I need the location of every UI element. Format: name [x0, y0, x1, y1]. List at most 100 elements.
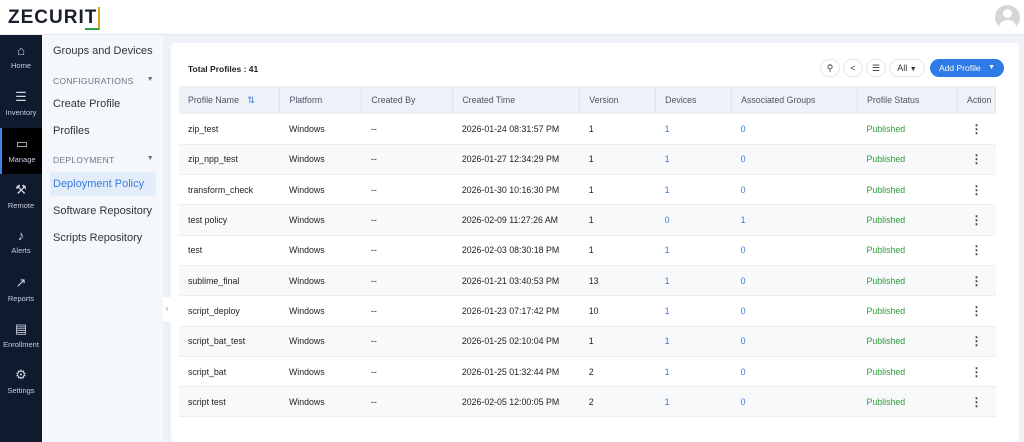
tools-icon: ⚒	[15, 181, 27, 197]
table-row[interactable]: test policy Windows -- 2026-02-09 11:27:26 …	[179, 204, 996, 236]
created-time: 2026-01-24 08:31:57 PM	[452, 114, 580, 145]
associated-groups-count[interactable]: 0	[731, 356, 858, 388]
user-avatar[interactable]	[995, 5, 1020, 30]
gear-icon: ⚙	[15, 367, 27, 383]
nav-reports[interactable]: ↗ Reports	[0, 267, 42, 313]
sort-icon[interactable]: ⇅	[247, 95, 254, 105]
column-label: Action	[966, 95, 992, 105]
platform: Windows	[279, 235, 362, 266]
more-actions-icon[interactable]: ⋮	[957, 144, 996, 176]
table-row[interactable]: zip_npp_test Windows -- 2026-01-27 12:34:29…	[179, 144, 996, 176]
share-icon[interactable]: <	[843, 59, 863, 77]
version: 1	[579, 144, 656, 176]
associated-groups-count[interactable]: 0	[731, 326, 858, 357]
version: 1	[579, 174, 656, 206]
created-time: 2026-01-30 10:16:30 PM	[452, 174, 580, 206]
devices-count[interactable]: 1	[655, 326, 732, 357]
submenu-deployment-policy[interactable]: Deployment Policy	[50, 172, 156, 196]
column-header: Created By	[361, 86, 454, 114]
created-by: --	[361, 144, 453, 176]
nav-inventory[interactable]: ☰ Inventory	[0, 81, 42, 127]
more-actions-icon[interactable]: ⋮	[957, 386, 996, 418]
associated-groups-count[interactable]: 0	[731, 144, 858, 176]
profile-name: transform_check	[179, 174, 280, 206]
associated-groups-count[interactable]: 1	[731, 204, 858, 236]
nav-remote[interactable]: ⚒ Remote	[0, 174, 42, 220]
profile-name: test policy	[179, 204, 280, 236]
table-row[interactable]: zip_test Windows -- 2026-01-24 08:31:57 PM 1…	[179, 114, 996, 145]
associated-groups-count[interactable]: 0	[731, 265, 858, 297]
add-profile-button[interactable]: Add Profile ▼	[930, 59, 1004, 77]
caret-down-icon: ▼	[146, 76, 154, 83]
platform: Windows	[279, 386, 362, 418]
profile-name: script_bat	[179, 356, 280, 388]
collapse-sidebar-handle[interactable]: ‹	[163, 297, 171, 321]
document-icon: ▤	[14, 320, 28, 336]
table-row[interactable]: test Windows -- 2026-02-03 08:30:18 PM 1 1 0 Pu…	[179, 235, 996, 266]
created-by: --	[361, 174, 453, 206]
nav-alerts[interactable]: ♪ Alerts	[0, 220, 42, 266]
zecurit-logo[interactable]: ZECURIT	[8, 7, 101, 30]
created-time: 2026-02-05 12:00:05 PM	[452, 386, 580, 418]
devices-count[interactable]: 1	[655, 386, 732, 418]
profile-status: Published	[857, 326, 958, 357]
nav-enrollment[interactable]: ▤ Enrollment	[0, 313, 42, 359]
column-header: Created Time	[452, 86, 581, 114]
profile-name: script test	[179, 386, 280, 418]
more-actions-icon[interactable]: ⋮	[957, 114, 996, 145]
devices-count[interactable]: 1	[655, 265, 732, 297]
more-actions-icon[interactable]: ⋮	[957, 265, 996, 297]
submenu-groups-and-devices[interactable]: Groups and Devices	[53, 45, 153, 57]
table-row[interactable]: script test Windows -- 2026-02-05 12:00:05 …	[179, 386, 996, 418]
table-row[interactable]: sublime_final Windows -- 2026-01-21 03:40:5…	[179, 265, 996, 297]
columns-list-icon[interactable]: ☰	[866, 59, 886, 77]
column-header: Associated Groups	[731, 86, 859, 114]
filter-dropdown[interactable]: All ▼	[889, 59, 925, 77]
more-actions-icon[interactable]: ⋮	[957, 356, 996, 388]
nav-label: Remote	[7, 200, 35, 210]
section-configurations[interactable]: CONFIGURATIONS ▼	[53, 76, 154, 86]
devices-count[interactable]: 1	[655, 114, 732, 145]
platform: Windows	[279, 144, 362, 176]
more-actions-icon[interactable]: ⋮	[957, 295, 996, 327]
associated-groups-count[interactable]: 0	[731, 235, 858, 266]
profiles-table: Profile Name ⇅ Platform Created By Created …	[179, 86, 997, 418]
platform: Windows	[279, 265, 362, 297]
devices-count[interactable]: 1	[655, 235, 732, 266]
devices-count[interactable]: 1	[655, 144, 732, 176]
more-actions-icon[interactable]: ⋮	[957, 235, 996, 266]
platform: Windows	[279, 174, 362, 206]
created-by: --	[361, 204, 453, 236]
nav-settings[interactable]: ⚙ Settings	[0, 359, 42, 405]
associated-groups-count[interactable]: 0	[731, 114, 858, 145]
devices-count[interactable]: 1	[655, 174, 732, 206]
created-time: 2026-01-25 02:10:04 PM	[452, 326, 580, 357]
devices-count[interactable]: 1	[655, 295, 732, 327]
table-row[interactable]: script_deploy Windows -- 2026-01-23 07:17:4…	[179, 295, 996, 327]
nav-home[interactable]: ⌂ Home	[0, 35, 42, 81]
more-actions-icon[interactable]: ⋮	[957, 326, 996, 357]
associated-groups-count[interactable]: 0	[731, 386, 858, 418]
created-time: 2026-01-23 07:17:42 PM	[452, 295, 580, 327]
column-header: Version	[579, 86, 657, 114]
more-actions-icon[interactable]: ⋮	[957, 174, 996, 206]
devices-count[interactable]: 0	[655, 204, 732, 236]
table-row[interactable]: transform_check Windows -- 2026-01-30 10:16…	[179, 174, 996, 206]
associated-groups-count[interactable]: 0	[731, 295, 858, 327]
submenu-profiles[interactable]: Profiles	[53, 125, 90, 137]
section-deployment[interactable]: DEPLOYMENT ▼	[53, 155, 154, 165]
table-row[interactable]: script_bat_test Windows -- 2026-01-25 02:10…	[179, 326, 996, 357]
main-nav-rail: ⌂ Home ☰ Inventory ▭ Manage ⚒ Remote ♪ Alerts ↗ Rep…	[0, 35, 42, 442]
submenu-create-profile[interactable]: Create Profile	[53, 98, 120, 110]
column-header[interactable]: Profile Name ⇅	[179, 86, 281, 114]
devices-count[interactable]: 1	[655, 356, 732, 388]
submenu-scripts-repository[interactable]: Scripts Repository	[53, 232, 142, 244]
table-row[interactable]: script_bat Windows -- 2026-01-25 01:32:44 P…	[179, 356, 996, 388]
nav-manage[interactable]: ▭ Manage	[0, 127, 42, 174]
search-icon[interactable]: ⚲	[820, 59, 840, 77]
associated-groups-count[interactable]: 0	[731, 174, 858, 206]
submenu-software-repository[interactable]: Software Repository	[53, 205, 152, 217]
created-time: 2026-02-09 11:27:26 AM	[452, 204, 580, 236]
profile-name: zip_test	[179, 114, 280, 145]
more-actions-icon[interactable]: ⋮	[957, 204, 996, 236]
